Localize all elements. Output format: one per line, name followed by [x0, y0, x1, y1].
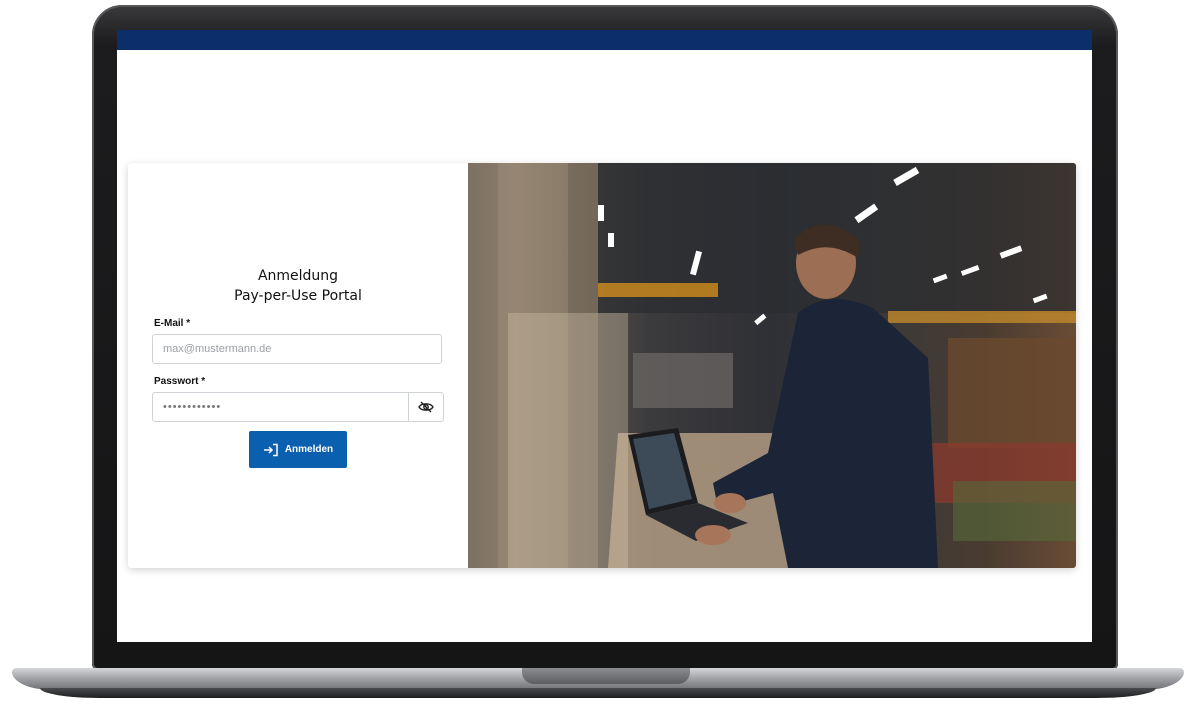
- header-bar: [117, 30, 1092, 50]
- laptop-base-edge: [40, 688, 1156, 698]
- hero-image: [468, 163, 1076, 568]
- laptop-notch: [522, 668, 690, 684]
- laptop-screen: Anmeldung Pay-per-Use Portal E-Mail * Pa…: [117, 30, 1092, 642]
- password-label: Passwort *: [154, 376, 206, 387]
- login-button-label: Anmelden: [284, 444, 334, 455]
- login-form: Anmeldung Pay-per-Use Portal E-Mail * Pa…: [128, 163, 468, 568]
- title-line-1: Anmeldung: [257, 268, 339, 284]
- login-arrow-icon: [263, 443, 278, 456]
- password-field[interactable]: [153, 393, 408, 421]
- email-label: E-Mail *: [154, 318, 191, 329]
- password-field-group: [152, 392, 444, 422]
- eye-slash-icon: [418, 401, 434, 413]
- login-button[interactable]: Anmelden: [249, 431, 347, 468]
- page-title: Anmeldung Pay-per-Use Portal: [128, 266, 468, 306]
- toggle-password-visibility-button[interactable]: [408, 393, 443, 421]
- title-line-2: Pay-per-Use Portal: [234, 288, 362, 304]
- workshop-photo: [468, 163, 1076, 568]
- login-card: Anmeldung Pay-per-Use Portal E-Mail * Pa…: [128, 163, 1076, 568]
- email-field[interactable]: [152, 334, 442, 364]
